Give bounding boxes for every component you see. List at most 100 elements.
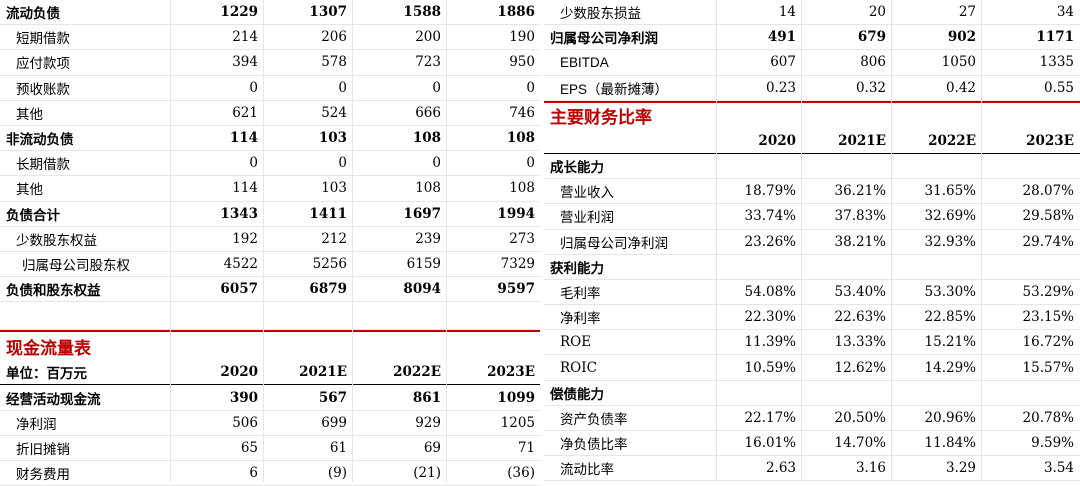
cell-value: 394 bbox=[232, 54, 258, 71]
row-label: ROE bbox=[560, 334, 592, 351]
cell-value: 9597 bbox=[497, 281, 535, 298]
cell-value: 491 bbox=[767, 29, 796, 46]
column-divider bbox=[891, 0, 892, 482]
year-header: 2021E bbox=[838, 132, 886, 149]
cell-value: 108 bbox=[415, 180, 441, 197]
cell-value: 524 bbox=[321, 104, 347, 121]
year-header: 2023E bbox=[1026, 132, 1074, 149]
cell-value: 0 bbox=[432, 155, 441, 172]
cell-value: 10.59% bbox=[744, 359, 796, 376]
cell-value: 9.59% bbox=[1031, 435, 1074, 452]
row-label: 获利能力 bbox=[550, 260, 604, 277]
cell-value: 108 bbox=[412, 130, 441, 147]
cell-value: 20.50% bbox=[834, 409, 886, 426]
cell-value: 12.62% bbox=[834, 359, 886, 376]
cell-value: 6057 bbox=[220, 281, 258, 298]
cell-value: 20 bbox=[868, 4, 886, 21]
cell-value: 699 bbox=[321, 414, 347, 431]
cell-value: 0.42 bbox=[945, 79, 976, 96]
cell-value: 31.65% bbox=[924, 183, 976, 200]
table-row: 净利润 506 699 929 1205 bbox=[0, 411, 540, 436]
cell-value: 746 bbox=[509, 104, 535, 121]
cell-value: 214 bbox=[232, 29, 258, 46]
table-row: ROIC 10.59% 12.62% 14.29% 15.57% bbox=[544, 355, 1080, 381]
cell-value: 1411 bbox=[309, 205, 347, 222]
cell-value: 1099 bbox=[497, 389, 535, 406]
cell-value: 1697 bbox=[403, 205, 441, 222]
row-label: 归属母公司净利润 bbox=[550, 31, 658, 48]
cell-value: 16.72% bbox=[1022, 334, 1074, 351]
cell-value: 212 bbox=[321, 230, 347, 247]
cell-value: 929 bbox=[415, 414, 441, 431]
cell-value: 190 bbox=[509, 29, 535, 46]
cell-value: 0 bbox=[338, 155, 347, 172]
cell-value: 36.21% bbox=[834, 183, 886, 200]
cell-value: 22.17% bbox=[744, 409, 796, 426]
cell-value: 1307 bbox=[309, 4, 347, 21]
cell-value: 0 bbox=[526, 155, 535, 172]
cell-value: 0 bbox=[249, 155, 258, 172]
cell-value: 1994 bbox=[497, 205, 535, 222]
column-divider bbox=[263, 0, 264, 482]
cell-value: 5256 bbox=[312, 255, 347, 272]
table-row: 经营活动现金流 390 567 861 1099 bbox=[0, 385, 540, 411]
row-label: 少数股东权益 bbox=[16, 232, 97, 249]
cell-value: 37.83% bbox=[834, 208, 886, 225]
table-row: 负债和股东权益 6057 6879 8094 9597 bbox=[0, 277, 540, 303]
table-row: 非流动负债 114 103 108 108 bbox=[0, 126, 540, 152]
row-label: ROIC bbox=[560, 359, 597, 376]
column-divider bbox=[981, 0, 982, 482]
table-row: 长期借款 0 0 0 0 bbox=[0, 151, 540, 177]
cell-value: 69 bbox=[423, 439, 441, 456]
cell-value: 61 bbox=[329, 439, 347, 456]
table-row: 短期借款 214 206 200 190 bbox=[0, 25, 540, 51]
row-label: 负债和股东权益 bbox=[6, 283, 101, 300]
row-label: 其他 bbox=[16, 182, 43, 199]
blank-row bbox=[0, 302, 540, 331]
row-label: 净负债比率 bbox=[560, 437, 628, 454]
table-row: 资产负债率 22.17% 20.50% 20.96% 20.78% bbox=[544, 406, 1080, 431]
row-label: 流动负债 bbox=[6, 6, 60, 23]
cell-value: 806 bbox=[860, 54, 886, 71]
row-label: 归属母公司净利润 bbox=[560, 235, 668, 252]
row-label: 经营活动现金流 bbox=[6, 391, 101, 408]
table-row: 归属母公司净利润 23.26% 38.21% 32.93% 29.74% bbox=[544, 230, 1080, 255]
cell-value: 1205 bbox=[500, 414, 535, 431]
cell-value: 390 bbox=[229, 389, 258, 406]
cell-value: 1229 bbox=[220, 4, 258, 21]
cell-value: 578 bbox=[321, 54, 347, 71]
table-row: 应付款项 394 578 723 950 bbox=[0, 50, 540, 76]
cell-value: 273 bbox=[509, 230, 535, 247]
table-row: 毛利率 54.08% 53.40% 53.30% 53.29% bbox=[544, 280, 1080, 306]
left-panel: 流动负债 1229 1307 1588 1886 短期借款 214 206 200 190 应付款项… bbox=[0, 0, 540, 486]
cell-value: 206 bbox=[321, 29, 347, 46]
cell-value: 3.16 bbox=[855, 460, 886, 477]
cell-value: 22.85% bbox=[924, 309, 976, 326]
cell-value: 14 bbox=[778, 4, 796, 21]
cell-value: 65 bbox=[240, 439, 258, 456]
cell-value: 53.29% bbox=[1022, 283, 1074, 300]
row-label: 非流动负债 bbox=[6, 132, 74, 149]
table-row: 成长能力 bbox=[544, 154, 1080, 180]
section-title: 主要财务比率 bbox=[550, 108, 652, 129]
cell-value: 0.32 bbox=[855, 79, 886, 96]
cell-value: 22.63% bbox=[834, 309, 886, 326]
cell-value: 14.70% bbox=[834, 435, 886, 452]
table-row: 其他 114 103 108 108 bbox=[0, 176, 540, 202]
year-header: 2022E bbox=[393, 364, 441, 381]
row-label: 应付款项 bbox=[16, 56, 70, 73]
cell-value: 950 bbox=[509, 54, 535, 71]
right-panel: 少数股东损益 14 20 27 34 归属母公司净利润 491 679 902 1171 EBITD… bbox=[544, 0, 1080, 482]
cell-value: 1588 bbox=[403, 4, 441, 21]
cell-value: 108 bbox=[509, 180, 535, 197]
cell-value: 8094 bbox=[403, 281, 441, 298]
cell-value: 14.29% bbox=[924, 359, 976, 376]
cashflow-title-row: 现金流量表 bbox=[0, 330, 540, 360]
table-row: 归属母公司股东权 4522 5256 6159 7329 bbox=[0, 252, 540, 278]
row-label: 资产负债率 bbox=[560, 411, 628, 428]
table-row: 营业收入 18.79% 36.21% 31.65% 28.07% bbox=[544, 179, 1080, 205]
cell-value: 0 bbox=[338, 79, 347, 96]
cell-value: 108 bbox=[506, 130, 535, 147]
cell-value: 7329 bbox=[500, 255, 535, 272]
cell-value: 666 bbox=[415, 104, 441, 121]
